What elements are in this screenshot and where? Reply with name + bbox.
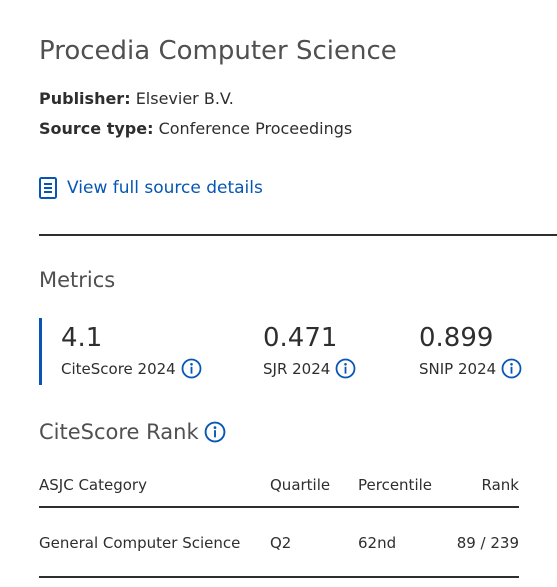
citescore-rank-title: CiteScore Rank xyxy=(39,420,199,444)
info-icon[interactable] xyxy=(335,358,356,379)
publisher-value: Elsevier B.V. xyxy=(135,89,234,108)
citescore-value: 4.1 xyxy=(61,323,103,353)
column-header-quartile: Quartile xyxy=(270,476,331,494)
snip-label: SNIP 2024 xyxy=(419,359,497,378)
section-divider xyxy=(39,234,557,236)
table-row: General Computer Science Q2 62nd 89 / 23… xyxy=(39,508,519,576)
metrics-heading: Metrics xyxy=(39,268,116,292)
source-type-line: Source type: Conference Proceedings xyxy=(39,119,352,138)
snip-value: 0.899 xyxy=(419,323,494,353)
page-title: Procedia Computer Science xyxy=(39,36,397,66)
row-quartile: Q2 xyxy=(270,534,292,552)
citescore-rank-heading: CiteScore Rank xyxy=(39,420,226,444)
column-header-rank: Rank xyxy=(481,476,519,494)
info-icon[interactable] xyxy=(204,421,226,443)
publisher-line: Publisher: Elsevier B.V. xyxy=(39,89,234,108)
sjr-label: SJR 2024 xyxy=(263,359,331,378)
info-icon[interactable] xyxy=(501,358,522,379)
sjr-metric: 0.471 SJR 2024 xyxy=(263,322,356,379)
source-type-value: Conference Proceedings xyxy=(158,119,353,138)
row-percentile: 62nd xyxy=(358,534,397,552)
citescore-label: CiteScore 2024 xyxy=(61,359,176,378)
row-rank: 89 / 239 xyxy=(456,534,519,552)
metrics-accent-bar xyxy=(39,318,42,385)
citescore-rank-table: ASJC Category Quartile Percentile Rank G… xyxy=(39,470,519,578)
document-icon xyxy=(39,177,57,199)
view-source-details-label: View full source details xyxy=(67,178,263,198)
table-header: ASJC Category Quartile Percentile Rank xyxy=(39,470,519,506)
publisher-label: Publisher: xyxy=(39,89,131,108)
row-category: General Computer Science xyxy=(39,534,241,552)
column-header-category: ASJC Category xyxy=(39,476,147,494)
sjr-value: 0.471 xyxy=(263,323,338,353)
view-source-details-link[interactable]: View full source details xyxy=(39,177,263,199)
table-bottom-rule xyxy=(39,576,519,578)
source-type-label: Source type: xyxy=(39,119,154,138)
info-icon[interactable] xyxy=(181,358,202,379)
column-header-percentile: Percentile xyxy=(358,476,433,494)
citescore-metric: 4.1 CiteScore 2024 xyxy=(61,322,202,379)
snip-metric: 0.899 SNIP 2024 xyxy=(419,322,522,379)
